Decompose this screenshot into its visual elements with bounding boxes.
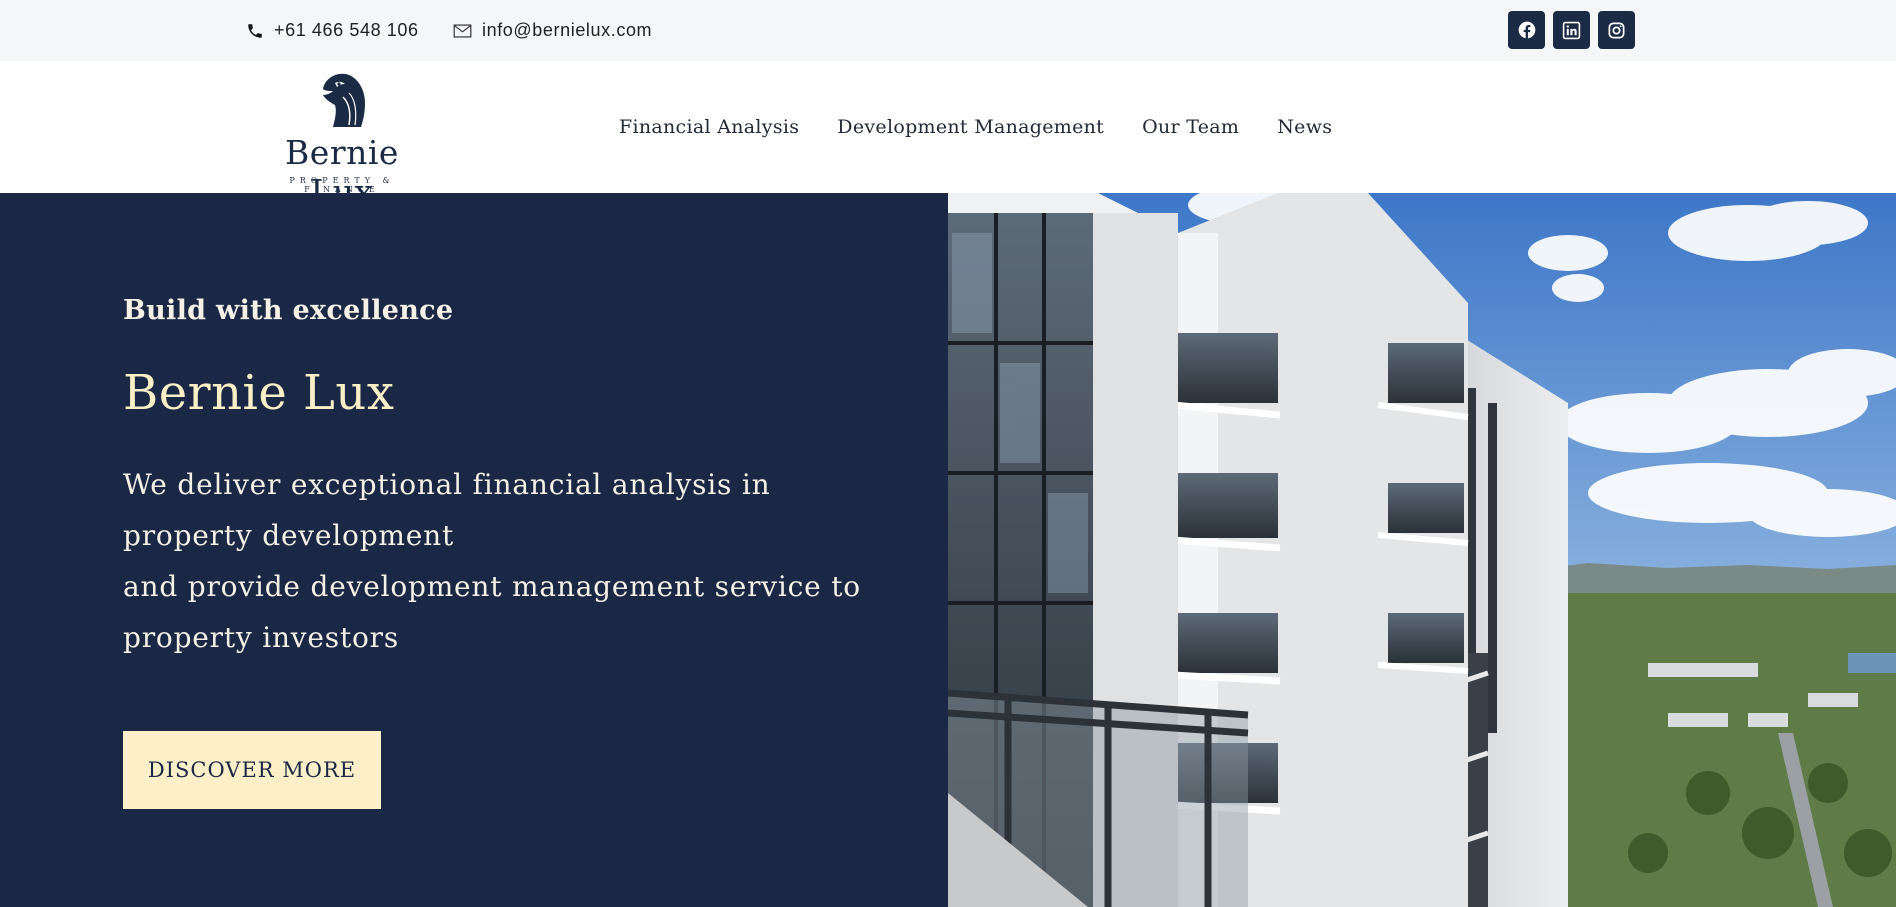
discover-more-button[interactable]: DISCOVER MORE [123, 731, 381, 809]
linkedin-icon[interactable] [1553, 11, 1590, 49]
nav-development-management[interactable]: Development Management [837, 116, 1104, 138]
phone-number[interactable]: +61 466 548 106 [274, 20, 419, 41]
logo-tagline: PROPERTY & FINANCE [289, 176, 395, 194]
nav-our-team[interactable]: Our Team [1142, 116, 1239, 138]
instagram-icon[interactable] [1598, 11, 1635, 49]
hero-eyebrow: Build with excellence [123, 295, 454, 326]
email-address[interactable]: info@bernielux.com [482, 20, 652, 41]
hero-content: Build with excellence Bernie Lux We deli… [0, 193, 948, 907]
nav-financial-analysis[interactable]: Financial Analysis [619, 116, 799, 138]
hero-description-line1: We deliver exceptional financial analysi… [123, 468, 771, 552]
hero-description-line2: and provide development management servi… [123, 570, 861, 654]
main-nav: Financial Analysis Development Managemen… [619, 61, 1332, 193]
nav-news[interactable]: News [1277, 116, 1332, 138]
facebook-icon[interactable] [1508, 11, 1545, 49]
envelope-icon [453, 23, 472, 39]
email-contact[interactable]: info@bernielux.com [453, 0, 652, 61]
site-logo[interactable]: Bernie Lux PROPERTY & FINANCE [252, 69, 432, 211]
phone-icon [246, 22, 264, 40]
top-bar: +61 466 548 106 info@bernielux.com [0, 0, 1896, 61]
hero-description: We deliver exceptional financial analysi… [123, 459, 883, 663]
social-links [1508, 11, 1635, 49]
phone-contact[interactable]: +61 466 548 106 [246, 0, 419, 61]
eagle-icon [313, 69, 373, 134]
site-header: Bernie Lux PROPERTY & FINANCE Financial … [0, 61, 1896, 211]
hero-title: Bernie Lux [123, 365, 395, 421]
building-illustration [948, 193, 1896, 907]
hero-building-image [948, 193, 1896, 907]
